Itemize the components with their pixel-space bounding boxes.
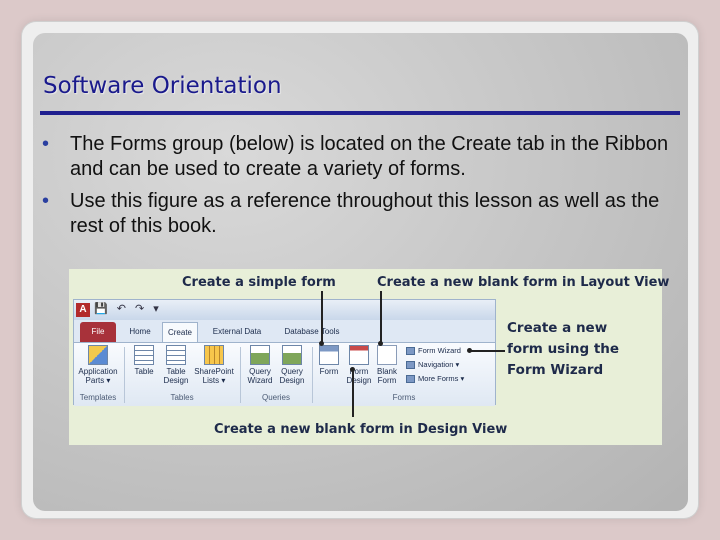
query-design-button[interactable]: Query Design [276,345,308,385]
callout-wizard-3: Form Wizard [507,362,604,378]
button-label: Blank [376,367,397,376]
bullet-glyph: • [42,133,50,155]
callout-wizard-2: form using the [507,341,620,357]
slide-title: Software Orientation [43,73,282,99]
table-design-icon [166,345,186,365]
button-label: Form [377,376,397,385]
leader-dot [467,348,472,353]
button-label: Parts ▾ [85,376,111,385]
button-label: SharePoint [194,367,234,376]
more-forms-button[interactable]: More Forms ▾ [406,373,464,385]
bullet-glyph: • [42,190,50,212]
group-label-forms: Forms [392,393,416,402]
query-design-icon [282,345,302,365]
bullet-item: • Use this figure as a reference through… [28,189,678,239]
button-label: Navigation ▾ [418,360,460,369]
table-icon [134,345,154,365]
ribbon-figure: Create a simple form Create a new blank … [69,269,669,445]
application-parts-icon [88,345,108,365]
quick-access-toolbar[interactable]: 💾 ↶ ↷ ▾ [94,302,162,315]
navigation-icon [406,361,415,370]
access-app-icon[interactable]: A [76,303,90,317]
query-wizard-icon [250,345,270,365]
form-wizard-button[interactable]: Form Wizard [406,345,461,357]
table-design-button[interactable]: Table Design [160,345,192,385]
title-rule [40,111,680,115]
ribbon-panel: Application Parts ▾ Templates Table Tabl… [74,342,495,406]
callout-blank-layout: Create a new blank form in Layout View [377,275,670,290]
button-label: Design [163,376,189,385]
access-ribbon: A 💾 ↶ ↷ ▾ File Home Create External Data… [73,299,496,406]
group-label-tables: Tables [170,393,194,402]
button-label: Query [281,367,303,376]
button-label: Design [346,376,372,385]
table-button[interactable]: Table [128,345,160,376]
button-label: Table [134,367,154,376]
leader-line-wizard [469,350,505,352]
tab-file[interactable]: File [80,322,116,342]
group-label-templates: Templates [79,393,117,402]
tab-home[interactable]: Home [122,322,158,342]
ribbon-titlebar: A 💾 ↶ ↷ ▾ [74,300,495,320]
button-label: Table [166,367,186,376]
application-parts-button[interactable]: Application Parts ▾ [76,345,120,385]
form-icon [319,345,339,365]
navigation-button[interactable]: Navigation ▾ [406,359,459,371]
leader-dot [350,367,355,372]
sharepoint-lists-icon [204,345,224,365]
tab-external-data[interactable]: External Data [206,322,268,342]
button-label: Form [349,367,369,376]
more-forms-icon [406,375,415,384]
leader-line-simple-form [321,291,323,343]
button-label: Lists ▾ [202,376,226,385]
button-label: Wizard [247,376,273,385]
group-divider [124,347,125,403]
bullet-text: The Forms group (below) is located on th… [70,133,669,180]
callout-wizard-1: Create a new [507,320,608,336]
bullet-text: Use this figure as a reference throughou… [70,190,660,237]
button-label: Application [78,367,118,376]
bullet-item: • The Forms group (below) is located on … [28,132,678,182]
tab-create[interactable]: Create [162,322,198,342]
form-button[interactable]: Form [314,345,344,376]
query-wizard-button[interactable]: Query Wizard [244,345,276,385]
callout-simple-form: Create a simple form [182,275,336,290]
bullet-list: • The Forms group (below) is located on … [28,132,678,246]
form-design-icon [349,345,369,365]
leader-line-blank-layout [380,291,382,343]
callout-blank-design: Create a new blank form in Design View [214,422,508,437]
leader-dot [378,341,383,346]
form-design-button[interactable]: Form Design [344,345,374,385]
group-label-queries: Queries [261,393,290,402]
button-label: Form [319,367,339,376]
sharepoint-lists-button[interactable]: SharePoint Lists ▾ [192,345,236,385]
button-label: Query [249,367,271,376]
group-divider [312,347,313,403]
ribbon-tabs: File Home Create External Data Database … [74,322,495,342]
tab-database-tools[interactable]: Database Tools [274,322,350,342]
blank-form-icon [377,345,397,365]
form-wizard-icon [406,347,415,356]
blank-form-button[interactable]: Blank Form [372,345,402,385]
leader-dot [319,341,324,346]
leader-line-blank-design [352,369,354,417]
button-label: Form Wizard [418,346,461,355]
group-divider [240,347,241,403]
button-label: More Forms ▾ [418,374,465,383]
button-label: Design [279,376,305,385]
